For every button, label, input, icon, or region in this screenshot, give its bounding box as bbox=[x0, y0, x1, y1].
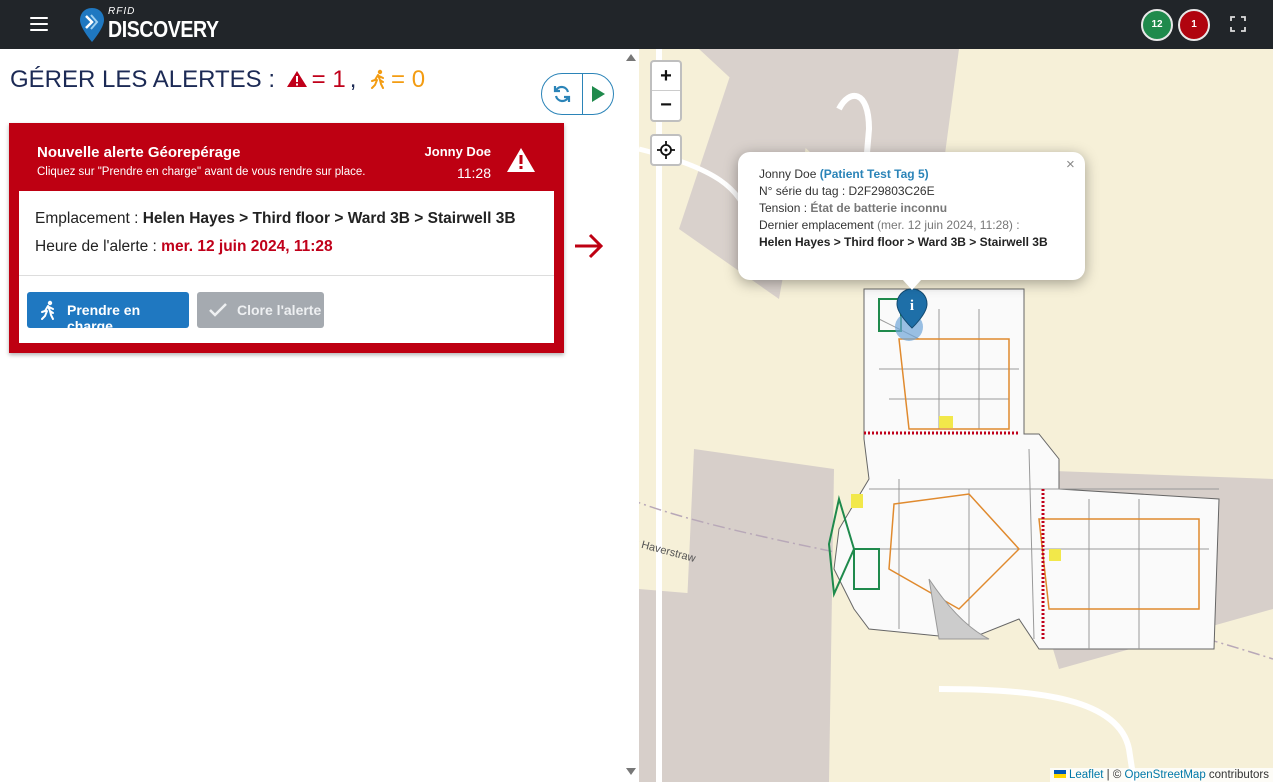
alert-title: Nouvelle alerte Géorepérage bbox=[37, 144, 241, 161]
take-charge-label: Prendre en charge bbox=[67, 302, 141, 334]
zoom-out-button[interactable]: − bbox=[652, 91, 680, 120]
close-alert-button[interactable]: Clore l'alerte bbox=[197, 292, 324, 328]
popup-tag-link[interactable]: (Patient Test Tag 5) bbox=[820, 167, 929, 181]
svg-text:i: i bbox=[910, 298, 914, 314]
popup-person-name: Jonny Doe bbox=[759, 167, 817, 181]
fullscreen-icon[interactable] bbox=[1230, 16, 1246, 32]
scroll-up-arrow-icon[interactable] bbox=[626, 54, 636, 61]
warning-icon bbox=[507, 148, 535, 172]
alert-time-value: mer. 12 juin 2024, 11:28 bbox=[161, 238, 333, 255]
page-title: GÉRER LES ALERTES : = 1, = 0 bbox=[10, 66, 425, 94]
popup-tip bbox=[902, 279, 922, 290]
popup-serial-line: N° série du tag : D2F29803C26E bbox=[759, 183, 1064, 200]
running-person-icon bbox=[371, 69, 385, 89]
popup-serial-label: N° série du tag : bbox=[759, 184, 849, 198]
app-logo[interactable]: RFID DISCOVERY bbox=[78, 6, 219, 44]
location-row: Emplacement : Helen Hayes > Third floor … bbox=[35, 210, 516, 228]
scroll-down-arrow-icon[interactable] bbox=[626, 768, 636, 775]
running-count: = 0 bbox=[391, 66, 426, 93]
popup-last-location-value: Helen Hayes > Third floor > Ward 3B > St… bbox=[759, 235, 1048, 249]
warning-triangle-icon bbox=[286, 71, 307, 87]
status-badge-red[interactable]: 1 bbox=[1178, 9, 1210, 41]
status-badge-green[interactable]: 12 bbox=[1141, 9, 1173, 41]
alert-time-row: Heure de l'alerte : mer. 12 juin 2024, 1… bbox=[35, 238, 333, 256]
popup-last-location-date: (mer. 12 juin 2024, 11:28) : bbox=[877, 218, 1020, 232]
popup-voltage-value: État de batterie inconnu bbox=[810, 201, 948, 215]
popup-last-location-label: Dernier emplacement bbox=[759, 218, 874, 232]
location-label: Emplacement : bbox=[35, 210, 143, 227]
body-divider bbox=[19, 275, 554, 276]
map-attribution: Leaflet | © OpenStreetMap contributors bbox=[1049, 768, 1273, 782]
popup-content: Jonny Doe (Patient Test Tag 5) N° série … bbox=[759, 166, 1064, 251]
crosshair-icon bbox=[657, 141, 675, 159]
take-charge-button[interactable]: Prendre en charge bbox=[27, 292, 189, 334]
arrow-right-icon[interactable] bbox=[573, 232, 605, 260]
location-value: Helen Hayes > Third floor > Ward 3B > St… bbox=[142, 210, 516, 227]
map-view[interactable]: i r Haverstraw + − × Jonny Doe (Patient … bbox=[639, 49, 1273, 782]
popup-serial-value: D2F29803C26E bbox=[848, 184, 935, 198]
alert-time: 11:28 bbox=[457, 165, 491, 181]
popup-last-location-line: Dernier emplacement (mer. 12 juin 2024, … bbox=[759, 217, 1064, 234]
geofence-alert-card: Nouvelle alerte Géorepérage Cliquez sur … bbox=[9, 123, 564, 353]
refresh-icon[interactable] bbox=[552, 84, 572, 104]
zoom-control: + − bbox=[650, 60, 682, 122]
alert-time-label: Heure de l'alerte : bbox=[35, 238, 162, 255]
close-alert-label: Clore l'alerte bbox=[237, 302, 322, 318]
refresh-play-controls bbox=[541, 73, 614, 115]
popup-voltage-label: Tension : bbox=[759, 201, 811, 215]
alert-subtitle: Cliquez sur "Prendre en charge" avant de… bbox=[37, 166, 366, 178]
alert-person: Jonny Doe bbox=[424, 144, 491, 159]
popup-close-icon[interactable]: × bbox=[1066, 156, 1075, 173]
page-title-text: GÉRER LES ALERTES : bbox=[10, 66, 275, 93]
popup-voltage-line: Tension : État de batterie inconnu bbox=[759, 200, 1064, 217]
attribution-separator: | © bbox=[1103, 769, 1125, 781]
play-icon[interactable] bbox=[589, 84, 607, 104]
location-pin-icon[interactable]: i bbox=[895, 288, 929, 330]
leaflet-link[interactable]: Leaflet bbox=[1069, 769, 1104, 781]
alert-count: = 1 bbox=[311, 66, 346, 93]
tag-info-popup: × Jonny Doe (Patient Test Tag 5) N° séri… bbox=[738, 152, 1085, 290]
zoom-in-button[interactable]: + bbox=[652, 62, 680, 91]
logo-main-text: DISCOVERY bbox=[108, 16, 219, 42]
top-navbar: RFID DISCOVERY 12 1 bbox=[0, 0, 1273, 49]
alert-body: Emplacement : Helen Hayes > Third floor … bbox=[19, 191, 554, 343]
controls-divider bbox=[582, 74, 583, 114]
popup-name-line: Jonny Doe (Patient Test Tag 5) bbox=[759, 166, 1064, 183]
ukraine-flag-icon bbox=[1053, 770, 1066, 778]
check-icon bbox=[209, 303, 227, 317]
hamburger-menu-icon[interactable] bbox=[24, 12, 54, 36]
locate-button[interactable] bbox=[650, 134, 682, 166]
osm-link[interactable]: OpenStreetMap bbox=[1125, 769, 1206, 781]
title-separator: , bbox=[349, 66, 357, 93]
attribution-contributors: contributors bbox=[1205, 769, 1269, 781]
rfid-logo-icon bbox=[80, 8, 104, 42]
running-person-icon bbox=[41, 300, 54, 320]
